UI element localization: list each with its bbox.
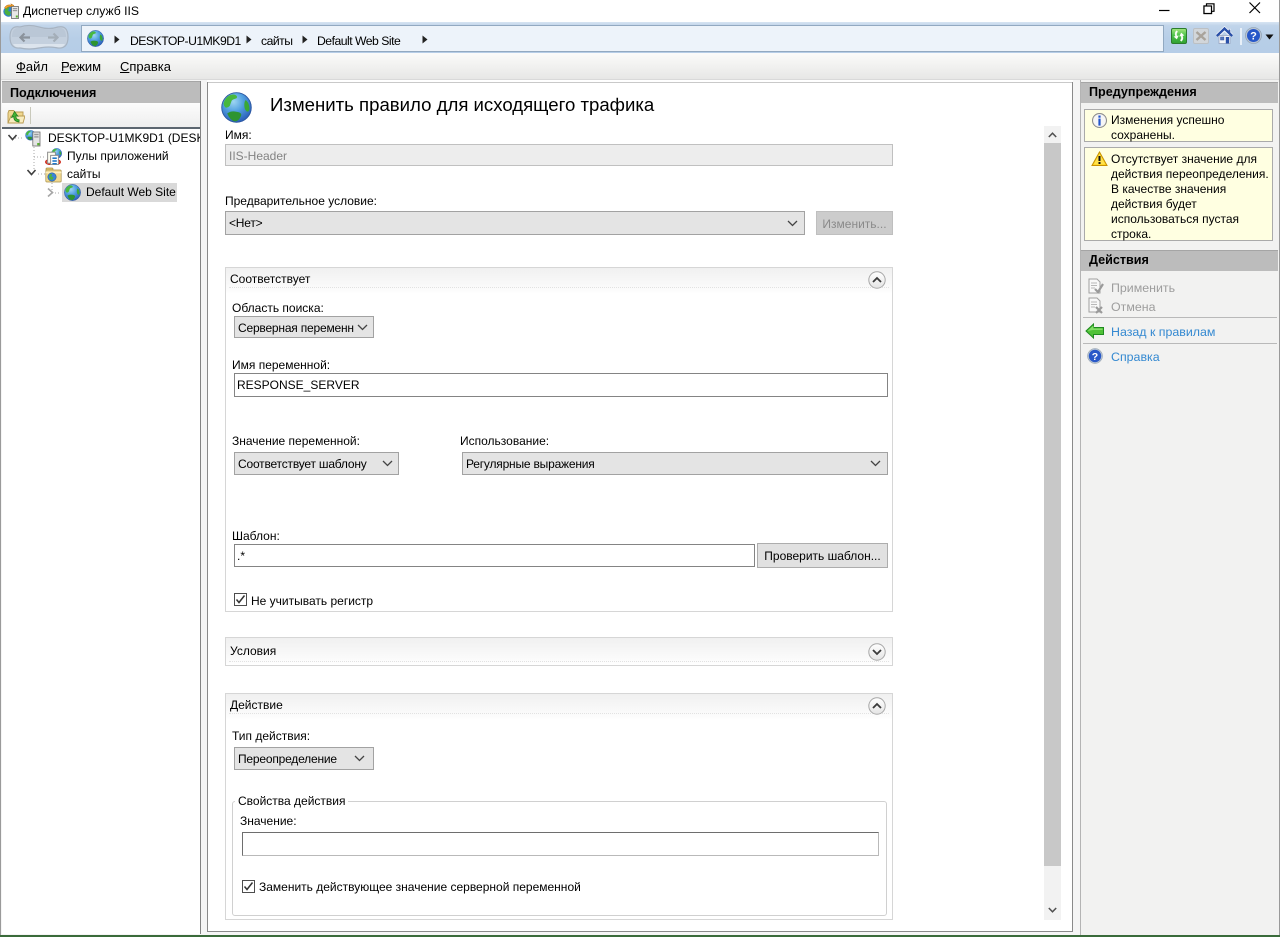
svg-text:?: ?	[1092, 351, 1098, 363]
svg-text:?: ?	[1250, 31, 1257, 43]
